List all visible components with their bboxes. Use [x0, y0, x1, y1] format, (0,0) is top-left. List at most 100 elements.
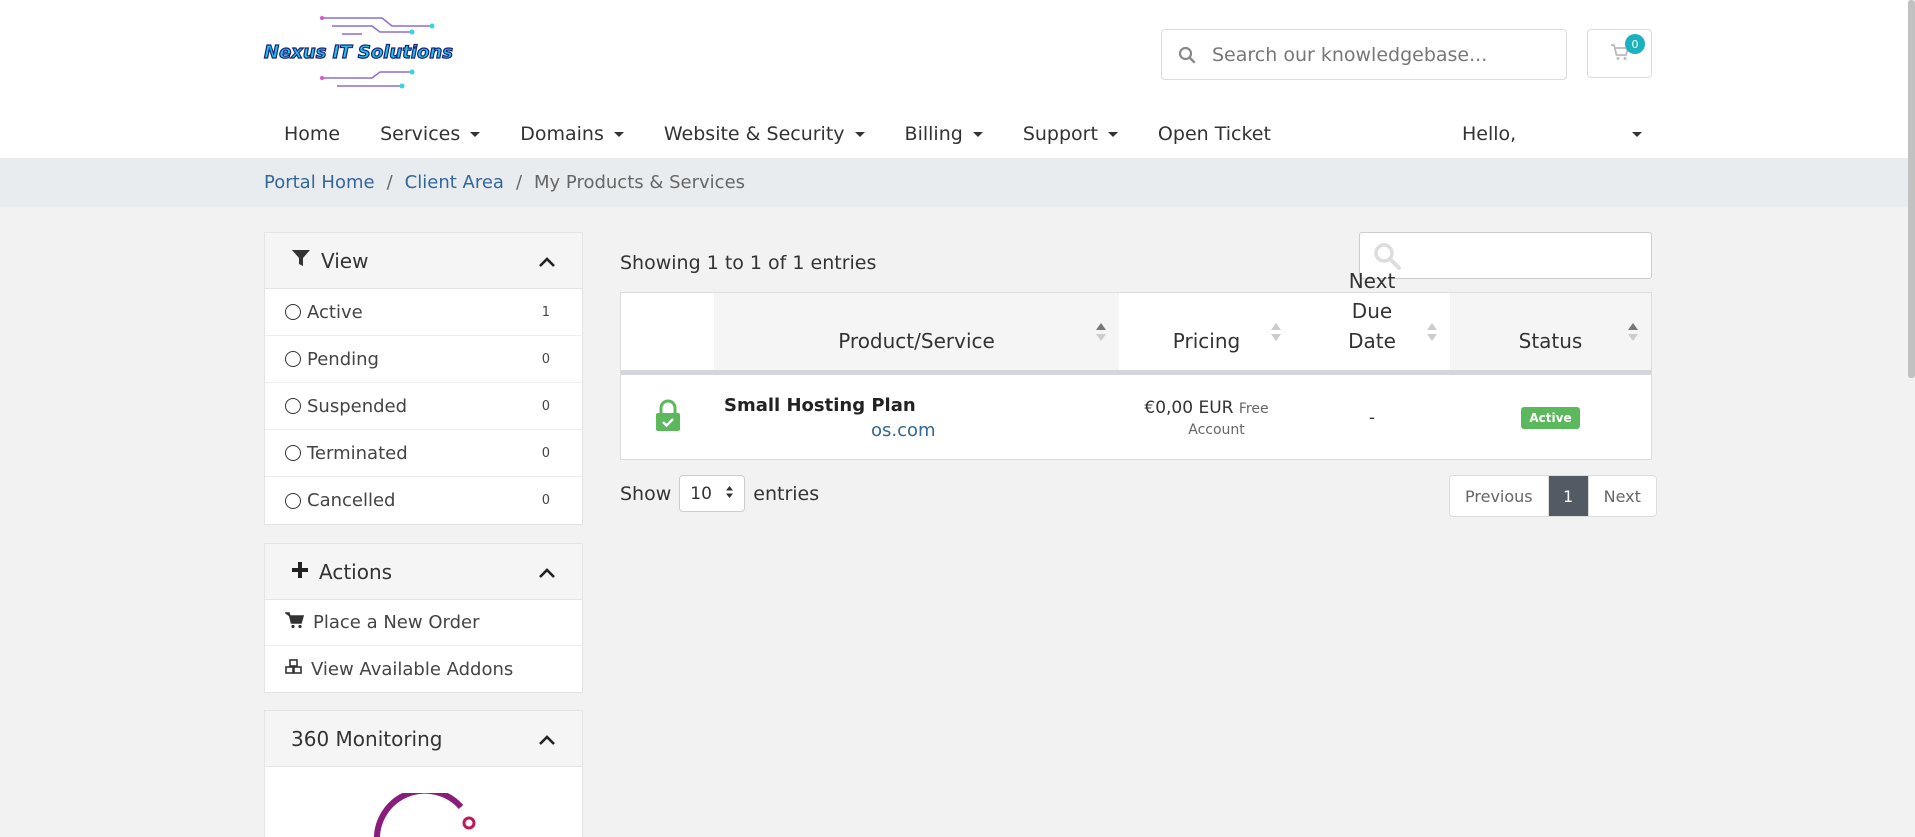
- nav-domains[interactable]: Domains: [500, 123, 644, 145]
- filter-count: 0: [541, 493, 550, 508]
- greeting-text: Hello,: [1462, 123, 1517, 145]
- chevron-up-icon[interactable]: [538, 249, 556, 273]
- pagination: Previous 1 Next: [1449, 475, 1657, 517]
- nav-open-ticket[interactable]: Open Ticket: [1138, 123, 1291, 145]
- filter-label: Cancelled: [307, 490, 396, 511]
- filter-label: Suspended: [307, 395, 408, 417]
- filter-label: Active: [307, 301, 363, 323]
- filter-count: 0: [541, 398, 550, 414]
- caret-down-icon: [1632, 131, 1642, 137]
- nav-label: Website & Security: [663, 123, 845, 145]
- plus-icon: [291, 560, 309, 584]
- filter-terminated[interactable]: Terminated 0: [265, 430, 582, 477]
- radio-icon: [285, 492, 301, 509]
- page-size-value: 10: [690, 483, 712, 504]
- monitoring-panel-title: 360 Monitoring: [291, 726, 443, 751]
- nav-label: Services: [380, 123, 461, 145]
- view-addons-link[interactable]: View Available Addons: [265, 646, 582, 692]
- status-cell: Active: [1450, 375, 1651, 460]
- filter-suspended[interactable]: Suspended 0: [265, 383, 582, 430]
- price-amount: €0,00 EUR: [1144, 397, 1234, 418]
- caret-down-icon: [854, 131, 865, 137]
- nav-home[interactable]: Home: [264, 123, 360, 145]
- cart-button[interactable]: 0: [1587, 29, 1652, 78]
- caret-down-icon: [613, 131, 624, 137]
- caret-down-icon: [470, 131, 481, 137]
- filter-active[interactable]: Active 1: [265, 289, 582, 336]
- domain-link[interactable]: os.com: [871, 420, 936, 441]
- table-header: Product/Service Pricing Next Due Date St…: [621, 269, 1651, 375]
- radio-icon: [285, 304, 301, 320]
- column-status[interactable]: Status: [1450, 293, 1651, 370]
- column-icon: [621, 293, 714, 370]
- nav-label: Open Ticket: [1157, 123, 1271, 145]
- nav-label: Support: [1022, 123, 1098, 145]
- ssl-lock-icon: [653, 399, 683, 437]
- breadcrumb-current: My Products & Services: [534, 172, 746, 193]
- column-product-service[interactable]: Product/Service: [714, 293, 1119, 370]
- filter-count: 0: [541, 351, 550, 367]
- chevron-up-icon[interactable]: [538, 560, 556, 584]
- column-next-due-date[interactable]: Next Due Date: [1294, 269, 1450, 370]
- sort-icon: [1427, 323, 1437, 341]
- page-size-control: Show 10 entries: [620, 475, 819, 512]
- next-page-button[interactable]: Next: [1589, 476, 1656, 516]
- sort-icon: [1271, 323, 1281, 341]
- table-info: Showing 1 to 1 of 1 entries: [620, 252, 877, 274]
- product-name: Small Hosting Plan: [724, 394, 916, 416]
- page-scrollbar[interactable]: [1908, 0, 1915, 378]
- action-label: Place a New Order: [313, 612, 480, 633]
- caret-down-icon: [1107, 131, 1118, 137]
- monitoring-panel: 360 Monitoring: [264, 710, 583, 837]
- previous-page-button[interactable]: Previous: [1450, 476, 1549, 516]
- column-label: Status: [1518, 329, 1583, 353]
- radio-icon: [285, 445, 301, 461]
- knowledgebase-search[interactable]: [1161, 29, 1567, 80]
- monitoring-logo-icon: [371, 787, 481, 837]
- filter-pending[interactable]: Pending 0: [265, 336, 582, 383]
- select-arrows-icon: [725, 484, 734, 504]
- filter-label: Pending: [307, 348, 379, 370]
- chevron-up-icon[interactable]: [538, 727, 556, 751]
- search-icon: [1162, 46, 1212, 64]
- nav-services[interactable]: Services: [360, 123, 500, 145]
- search-input[interactable]: [1212, 43, 1552, 66]
- account-menu[interactable]: Hello,: [1462, 115, 1642, 153]
- view-panel-header[interactable]: View: [265, 233, 582, 289]
- breadcrumb: Portal Home / Client Area / My Products …: [264, 158, 745, 207]
- filter-count: 1: [541, 304, 550, 320]
- nav-label: Domains: [520, 123, 604, 145]
- cubes-icon: [285, 658, 303, 680]
- monitoring-panel-header[interactable]: 360 Monitoring: [265, 711, 582, 767]
- nav-support[interactable]: Support: [1003, 123, 1138, 145]
- breadcrumb-separator: /: [386, 172, 393, 193]
- product-cell: Small Hosting Plan os.com: [714, 375, 1119, 460]
- caret-down-icon: [972, 131, 983, 137]
- filter-cancelled[interactable]: Cancelled 0: [265, 477, 582, 524]
- column-pricing[interactable]: Pricing: [1119, 293, 1294, 370]
- place-new-order-link[interactable]: Place a New Order: [265, 600, 582, 646]
- filter-count: 0: [541, 445, 550, 461]
- breadcrumb-client-area[interactable]: Client Area: [405, 172, 504, 193]
- breadcrumb-portal-home[interactable]: Portal Home: [264, 172, 375, 193]
- services-table: Product/Service Pricing Next Due Date St…: [620, 269, 1652, 460]
- nav-website-security[interactable]: Website & Security: [644, 123, 885, 145]
- filter-icon: [291, 248, 311, 273]
- entries-label: entries: [753, 482, 820, 505]
- site-header: Nexus IT Solutions 0 Home Services Domai…: [0, 0, 1915, 158]
- sort-icon: [1628, 323, 1638, 341]
- nav-label: Billing: [904, 123, 963, 145]
- page-size-select[interactable]: 10: [679, 475, 746, 512]
- pricing-cell: €0,00 EUR Free Account: [1119, 375, 1294, 460]
- cart-icon: [283, 611, 305, 634]
- actions-panel-title: Actions: [319, 559, 393, 584]
- page-1-button[interactable]: 1: [1548, 476, 1589, 516]
- table-row[interactable]: Small Hosting Plan os.com €0,00 EUR Free…: [621, 375, 1651, 460]
- nav-label: Home: [284, 123, 341, 145]
- breadcrumb-bar: Portal Home / Client Area / My Products …: [0, 158, 1915, 207]
- radio-icon: [285, 398, 301, 414]
- company-logo[interactable]: Nexus IT Solutions: [262, 12, 496, 92]
- actions-panel-header[interactable]: Actions: [265, 544, 582, 600]
- view-filter-panel: View Active 1 Pending 0 Suspended 0 Term…: [264, 232, 583, 525]
- nav-billing[interactable]: Billing: [885, 123, 1003, 145]
